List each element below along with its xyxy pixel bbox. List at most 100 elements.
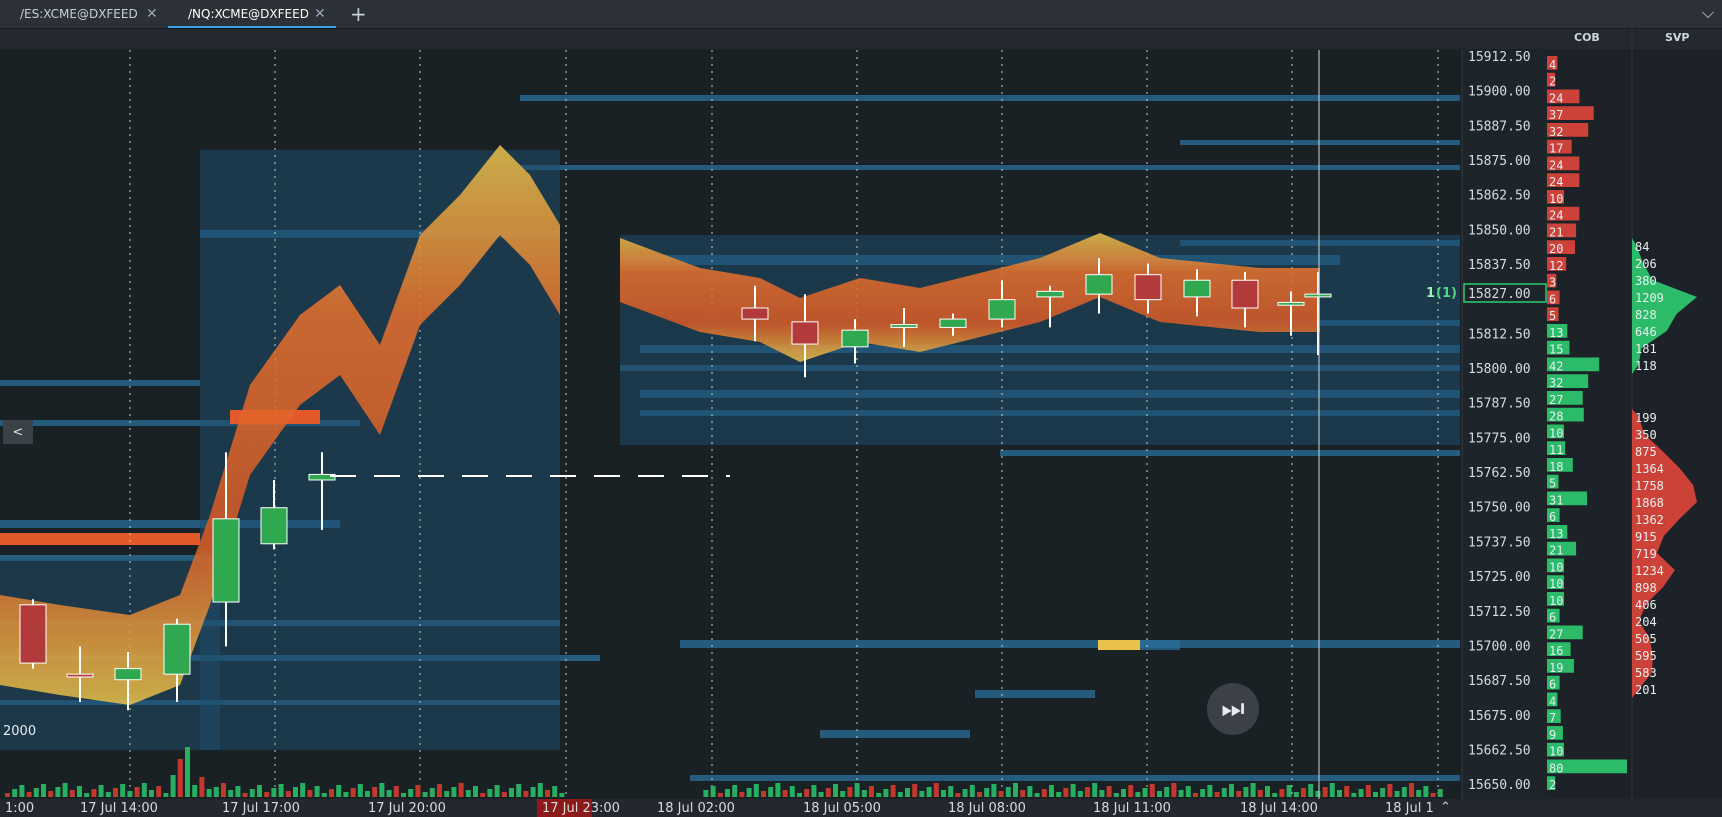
volume-bar (1351, 793, 1357, 797)
volume-bar (278, 784, 284, 797)
volume-bar (501, 792, 507, 797)
volume-bar (1099, 790, 1105, 797)
volume-bar (1272, 793, 1278, 797)
price-label: 15700.00 (1468, 639, 1531, 654)
price-label: 15900.00 (1468, 85, 1531, 100)
volume-bar (242, 793, 248, 797)
heatmap-chart[interactable]: 15912.50 15900.00 15887.50 15875.00 15862.50… (0, 0, 1722, 817)
volume-bar (1380, 788, 1386, 797)
candle-body (212, 518, 240, 603)
volume-bar (120, 784, 126, 797)
volume-bar (876, 793, 882, 797)
volume-bar (1409, 783, 1414, 797)
volume-bar (1250, 783, 1256, 797)
svp-value: 1758 (1635, 479, 1664, 493)
volume-bar (473, 786, 478, 797)
price-label: 15800.00 (1468, 362, 1531, 377)
volume-bar (1005, 787, 1011, 797)
volume-bar (717, 793, 723, 797)
cob-value: 6 (1549, 510, 1556, 524)
volume-bar (487, 789, 493, 797)
cob-value: 6 (1549, 292, 1556, 306)
cob-value: 24 (1549, 175, 1563, 189)
volume-bar (1301, 788, 1306, 797)
time-label: 17 Jul 20:00 (368, 801, 446, 816)
time-label: 1:00 (5, 801, 34, 816)
volume-bar (170, 775, 176, 797)
volume-bar (1214, 792, 1220, 797)
price-label: 15712.50 (1468, 605, 1531, 620)
volume-bar (1070, 784, 1076, 797)
volume-bar (444, 791, 450, 797)
cob-value: 28 (1549, 410, 1563, 424)
candle-body (19, 604, 47, 664)
price-label: 15850.00 (1468, 223, 1531, 238)
skip-to-end-button[interactable]: ⏭ (1207, 683, 1259, 735)
time-label: 18 Jul 02:00 (657, 801, 735, 816)
volume-bar (415, 785, 421, 797)
svp-value: 828 (1635, 308, 1657, 322)
volume-bar (1243, 787, 1249, 797)
cob-value: 13 (1549, 527, 1563, 541)
svp-value: 199 (1635, 411, 1657, 425)
volume-bar (840, 791, 846, 797)
position-label: 1 (1426, 286, 1435, 301)
volume-bar (1373, 792, 1378, 797)
volume-bar (1193, 793, 1198, 797)
svp-value: 595 (1635, 649, 1657, 663)
volume-bar (192, 785, 198, 797)
cob-value: 21 (1549, 544, 1563, 558)
volume-bar (285, 791, 291, 797)
volume-bar (897, 792, 903, 797)
volume-bar (1265, 786, 1270, 797)
volume-bar (77, 786, 82, 797)
cob-value: 5 (1549, 309, 1556, 323)
volume-bar (552, 786, 558, 797)
volume-bar (991, 784, 997, 797)
volume-bar (422, 792, 428, 797)
cob-value: 27 (1549, 393, 1563, 407)
volume-bar (1322, 787, 1328, 797)
volume-bar (825, 788, 831, 797)
volume-bar (530, 787, 536, 797)
cob-value: 16 (1549, 644, 1563, 658)
candle-body (1036, 290, 1064, 298)
chevron-up-icon[interactable]: ⌃ (1440, 800, 1451, 815)
volume-bar (1092, 783, 1098, 797)
cob-value: 4 (1549, 58, 1556, 72)
cob-value: 17 (1549, 142, 1563, 156)
volume-bar (249, 789, 255, 797)
cob-value: 32 (1549, 376, 1563, 390)
volume-bar (293, 787, 298, 797)
svp-value: 1209 (1635, 291, 1664, 305)
volume-bar (401, 793, 406, 797)
volume-bar (386, 790, 392, 797)
volume-bar (127, 791, 133, 797)
volume-bar (818, 792, 824, 797)
svp-value: 406 (1635, 598, 1657, 612)
volume-bar (1164, 787, 1170, 797)
liquidity-band (0, 380, 200, 386)
volume-bar (775, 783, 781, 797)
position-qty: (1) (1436, 286, 1457, 301)
cob-value: 3 (1549, 276, 1556, 290)
volume-bar (206, 789, 212, 797)
cob-value: 11 (1549, 443, 1563, 457)
volume-bar (746, 788, 752, 797)
volume-bar (98, 785, 104, 797)
volume-bar (5, 793, 10, 797)
volume-bar (1358, 789, 1364, 797)
svp-value: 181 (1635, 342, 1657, 356)
volume-bar (1178, 790, 1184, 797)
volume-bar (429, 788, 435, 797)
collapse-left-button[interactable]: < (3, 420, 33, 444)
volume-bar (1423, 786, 1429, 797)
cob-value: 5 (1549, 477, 1556, 491)
volume-bar (69, 790, 75, 797)
price-label: 15675.00 (1468, 709, 1531, 724)
svp-value: 204 (1635, 615, 1657, 629)
cob-value: 2 (1549, 75, 1556, 89)
price-label: 15912.50 (1468, 50, 1531, 65)
volume-bar (185, 747, 190, 797)
svp-value: 875 (1635, 445, 1657, 459)
